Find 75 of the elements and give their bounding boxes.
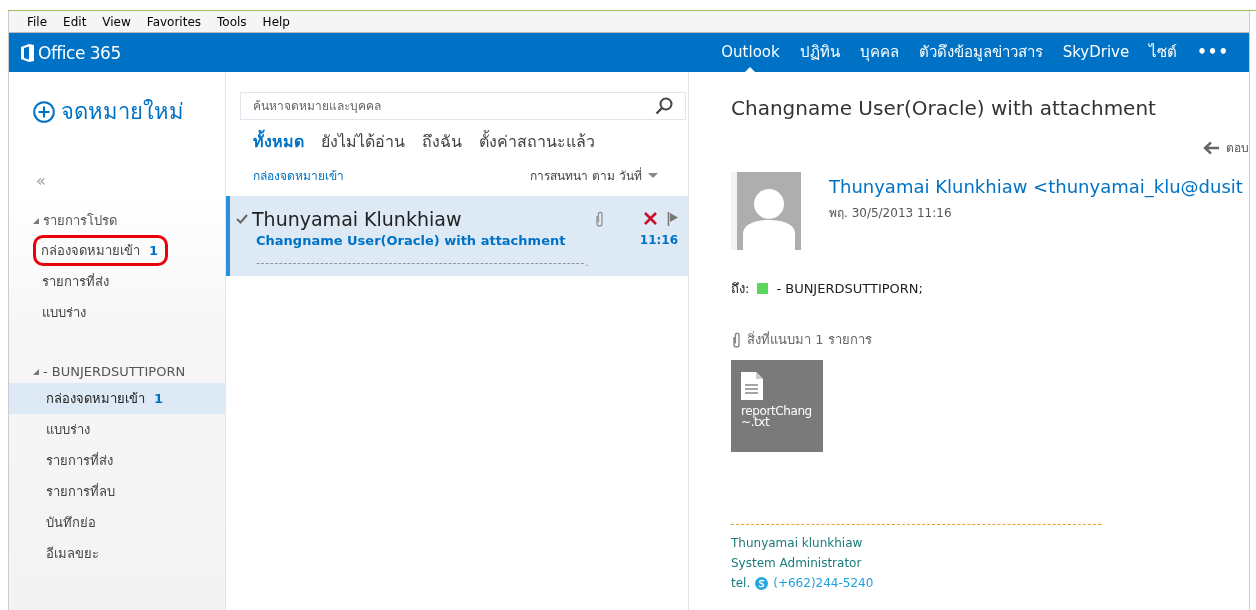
folder-item[interactable]: บันทึกย่อ — [9, 507, 225, 538]
menu-item[interactable]: View — [94, 14, 139, 29]
delete-icon[interactable] — [644, 212, 657, 226]
menu-item[interactable]: Edit — [55, 14, 95, 29]
filter-tab[interactable]: ถึงฉัน — [422, 129, 462, 154]
search-input[interactable]: ค้นหาจดหมายและบุคคล — [253, 99, 655, 113]
more-menu[interactable]: ••• — [1187, 33, 1239, 72]
nav-link[interactable]: บุคคล — [849, 33, 909, 72]
document-icon — [741, 372, 763, 400]
attachments-label: สิ่งที่แนบมา 1 รายการ — [747, 330, 872, 349]
folder-name: บันทึกย่อ — [46, 514, 96, 532]
folder-item[interactable]: รายการที่ส่ง — [9, 445, 225, 476]
folder-name: กล่องจดหมายเข้า — [46, 390, 145, 408]
nav-link[interactable]: ปฏิทิน — [789, 33, 850, 72]
folder-item[interactable]: กล่องจดหมายเข้า 1 — [9, 383, 225, 414]
menu-item[interactable]: Favorites — [138, 14, 210, 29]
phone-call-icon — [755, 576, 769, 590]
tel-label: tel. — [731, 575, 751, 592]
plus-circle-icon — [33, 100, 55, 123]
expanded-triangle-icon[interactable] — [33, 368, 39, 375]
filter-tab[interactable]: ตั้งค่าสถานะแล้ว — [479, 129, 595, 154]
attachment-name: reportChang ~.txt — [741, 406, 813, 428]
menu-item[interactable]: Tools — [209, 14, 255, 29]
folder-title: กล่องจดหมายเข้า — [253, 168, 344, 185]
folder-item[interactable]: รายการที่ลบ — [9, 476, 225, 507]
message-time: 11:16 — [638, 233, 678, 250]
folder-group-label[interactable]: รายการโปรด — [43, 210, 117, 231]
unread-count: 1 — [154, 391, 164, 406]
unread-count: 1 — [149, 243, 159, 258]
sort-dropdown[interactable]: การสนทนา ตาม วันที่ — [530, 166, 642, 185]
nav-link[interactable]: SkyDrive — [1052, 33, 1140, 72]
email-subject: Changname User(Oracle) with attachment — [731, 96, 1157, 120]
sender-name: Thunyamai Klunkhiaw — [252, 207, 462, 230]
menu-item[interactable]: Help — [254, 14, 298, 29]
check-icon[interactable] — [236, 213, 248, 225]
recipient-name[interactable]: - BUNJERDSUTTIPORN; — [776, 281, 923, 296]
message-item[interactable]: Thunyamai Klunkhiaw Changname User(Oracle) with attachment 11:16 ------------------------------------------------------------------------. — [226, 196, 688, 276]
app-logo-text: Office 365 — [38, 42, 121, 63]
folder-item[interactable]: กล่องจดหมายเข้า 1 — [9, 235, 225, 266]
folder-name: รายการที่ลบ — [46, 482, 115, 501]
attachment-tile[interactable]: reportChang ~.txt — [731, 360, 823, 452]
folder-name: รายการที่ส่ง — [46, 451, 113, 470]
folder-name: กล่องจดหมายเข้า — [41, 243, 140, 258]
menu-item[interactable]: File — [19, 14, 56, 29]
nav-link[interactable]: ไซต์ — [1139, 33, 1188, 72]
nav-link[interactable]: Outlook — [711, 33, 790, 72]
new-mail-button[interactable]: จดหมายใหม่ — [33, 94, 225, 129]
search-field[interactable]: ค้นหาจดหมายและบุคคล — [240, 92, 686, 120]
folder-item[interactable]: รายการที่ส่ง — [9, 266, 225, 297]
to-label: ถึง: — [731, 280, 750, 298]
filter-tab[interactable]: ทั้งหมด — [253, 129, 304, 154]
sender-address[interactable]: Thunyamai Klunkhiaw <thunyamai_klu@dusit — [829, 176, 1243, 197]
nav-link[interactable]: ตัวดึงข้อมูลข่าวสาร — [908, 33, 1053, 72]
signature-line: Thunyamai klunkhiaw — [731, 535, 864, 552]
message-preview: ------------------------------------------------------------------------. — [255, 255, 591, 271]
folder-name: รายการที่ส่ง — [42, 272, 109, 291]
paperclip-icon — [731, 331, 741, 348]
folder-item[interactable]: แบบร่าง — [9, 414, 225, 445]
folder-item[interactable]: อีเมลขยะ — [9, 538, 225, 569]
reply-button[interactable]: ตอบ — [1203, 138, 1249, 157]
folder-name: อีเมลขยะ — [46, 545, 99, 563]
folder-item[interactable]: แบบร่าง — [9, 297, 225, 328]
left-arrow-icon — [1203, 140, 1220, 155]
dropdown-caret-icon[interactable] — [648, 173, 658, 178]
message-subject: Changname User(Oracle) with attachment — [255, 233, 567, 251]
expanded-triangle-icon[interactable] — [33, 217, 39, 224]
folder-name: แบบร่าง — [42, 304, 86, 322]
search-icon[interactable] — [655, 97, 673, 115]
folder-group-label[interactable]: - BUNJERDSUTTIPORN — [43, 364, 186, 379]
sent-date: พฤ. 30/5/2013 11:16 — [829, 205, 953, 222]
office-logo-icon — [20, 43, 34, 62]
flag-icon[interactable] — [667, 211, 678, 226]
folder-name: แบบร่าง — [46, 421, 90, 439]
filter-tab[interactable]: ยังไม่ได้อ่าน — [321, 129, 405, 154]
signature-line: System Administrator — [731, 555, 863, 572]
